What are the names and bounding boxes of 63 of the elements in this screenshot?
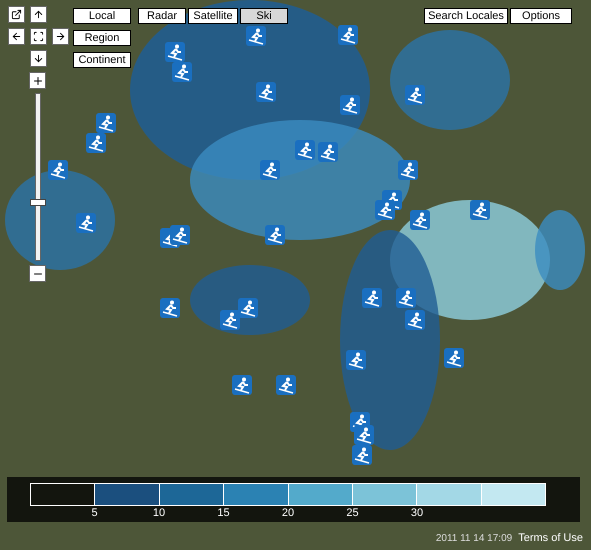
skier-marker-icon[interactable] (375, 200, 395, 220)
pan-up-button[interactable] (30, 6, 47, 23)
map-button[interactable]: Region (73, 30, 131, 46)
pan-right-button[interactable] (52, 28, 69, 45)
map-button[interactable]: Local (73, 8, 131, 24)
plus-icon (32, 74, 44, 86)
skier-marker-icon[interactable] (352, 445, 372, 465)
skier-marker-icon[interactable] (346, 350, 366, 370)
skier-marker-icon[interactable] (398, 160, 418, 180)
skier-marker-icon[interactable] (165, 42, 185, 62)
external-link-icon[interactable] (8, 6, 25, 23)
skier-marker-icon[interactable] (405, 310, 425, 330)
pan-left-button[interactable] (8, 28, 25, 45)
skier-marker-icon[interactable] (410, 210, 430, 230)
map-button[interactable]: Ski (240, 8, 288, 24)
skier-marker-icon[interactable] (170, 225, 190, 245)
skier-marker-icon[interactable] (160, 298, 180, 318)
scale-tick-label: 20 (282, 506, 294, 520)
terms-of-use-link[interactable]: Terms of Use (518, 530, 583, 546)
scale-tick-label: 10 (152, 506, 166, 520)
arrow-right-icon (55, 31, 66, 42)
skier-marker-icon[interactable] (220, 310, 240, 330)
skier-marker-icon[interactable] (246, 26, 266, 46)
skier-marker-icon[interactable] (96, 113, 116, 133)
zoom-out-button[interactable] (29, 265, 46, 282)
skier-marker-icon[interactable] (295, 140, 315, 160)
skier-marker-icon[interactable] (48, 160, 68, 180)
map-button[interactable]: Options (510, 8, 572, 24)
skier-marker-icon[interactable] (362, 288, 382, 308)
skier-marker-icon[interactable] (318, 142, 338, 162)
arrow-up-icon (33, 9, 44, 20)
skier-marker-icon[interactable] (444, 348, 464, 368)
skier-marker-icon[interactable] (86, 133, 106, 153)
scale-tick-label: 5 (91, 506, 98, 520)
zoom-in-button[interactable] (29, 72, 46, 89)
skier-marker-icon[interactable] (76, 213, 96, 233)
arrow-down-icon (33, 53, 44, 64)
skier-marker-icon[interactable] (256, 82, 276, 102)
map-button[interactable]: Radar (138, 8, 186, 24)
pan-down-button[interactable] (30, 50, 47, 67)
skier-marker-icon[interactable] (232, 375, 252, 395)
skier-marker-icon[interactable] (172, 62, 192, 82)
center-icon (33, 31, 44, 42)
map-button[interactable]: Satellite (188, 8, 238, 24)
skier-marker-icon[interactable] (238, 298, 258, 318)
map-button[interactable]: Search Locales (424, 8, 508, 24)
scale-tick-label: 15 (217, 506, 230, 520)
map-button[interactable]: Continent (73, 52, 131, 68)
timestamp: 2011 11 14 17:09 (436, 532, 512, 546)
center-button[interactable] (30, 28, 47, 45)
scale-tick-label: 30 (410, 506, 424, 520)
skier-marker-icon[interactable] (354, 425, 374, 445)
skier-marker-icon[interactable] (396, 288, 416, 308)
skier-marker-icon[interactable] (338, 25, 358, 45)
skier-marker-icon[interactable] (265, 225, 285, 245)
skier-marker-icon[interactable] (276, 375, 296, 395)
skier-marker-icon[interactable] (470, 200, 490, 220)
skier-marker-icon[interactable] (405, 85, 425, 105)
skier-marker-icon[interactable] (260, 160, 280, 180)
arrow-left-icon (11, 31, 22, 42)
scale-tick-label: 25 (346, 506, 359, 520)
skier-marker-icon[interactable] (340, 95, 360, 115)
zoom-slider-track[interactable] (30, 93, 46, 261)
